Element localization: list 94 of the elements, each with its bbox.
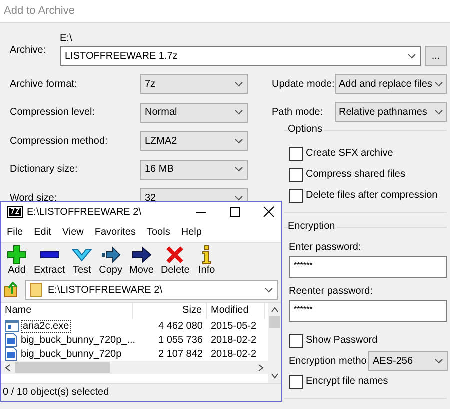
window-title: E:\LISTOFFREEWARE 2\ bbox=[27, 206, 142, 218]
field-label: Encryption metho bbox=[289, 356, 367, 366]
field-label: Archive format: bbox=[10, 78, 78, 90]
menu-item[interactable]: Favorites bbox=[94, 226, 136, 238]
field-label: Enter password: bbox=[289, 242, 362, 253]
chevron-down-icon bbox=[235, 82, 243, 86]
checkbox[interactable] bbox=[289, 374, 303, 388]
dropdown[interactable]: AES-256 bbox=[368, 351, 448, 371]
column-header[interactable]: Modified bbox=[207, 303, 265, 319]
archive-path-field[interactable]: LISTOFFREEWARE 1.7z bbox=[60, 46, 421, 66]
address-bar[interactable]: E:\LISTOFFREEWARE 2\ bbox=[25, 280, 278, 300]
menu-item[interactable]: View bbox=[62, 226, 84, 238]
x-icon bbox=[165, 245, 186, 265]
folder-up-icon[interactable] bbox=[4, 282, 20, 298]
field-label: Update mode: bbox=[272, 78, 335, 90]
field-label: Archive: bbox=[10, 44, 48, 58]
chevron-down-icon bbox=[435, 110, 443, 114]
field-label: Compression level: bbox=[10, 107, 96, 118]
table-cell-text: 2018-02-2 bbox=[210, 348, 258, 360]
file-name[interactable]: big_buck_bunny_720p bbox=[19, 348, 124, 360]
chevron-down-icon bbox=[235, 196, 243, 200]
column-header[interactable]: Size bbox=[133, 303, 207, 319]
table-cell-text: 2 107 842 bbox=[158, 348, 204, 360]
chevron-down-icon bbox=[235, 138, 243, 144]
checkbox[interactable] bbox=[289, 188, 303, 202]
checkbox-label: Delete files after compression bbox=[306, 190, 438, 201]
field-label: Reenter password: bbox=[289, 286, 374, 297]
table-cell-text: 2015-05-2 bbox=[210, 320, 258, 332]
file-name[interactable]: big_buck_bunny_720p_... bbox=[19, 334, 138, 346]
folder-icon bbox=[30, 283, 42, 297]
group-title: Options bbox=[288, 124, 324, 135]
dropdown[interactable]: Add and replace files bbox=[335, 74, 447, 94]
dropdown[interactable]: Normal bbox=[140, 102, 248, 122]
field-label: Dictionary size: bbox=[10, 164, 79, 175]
scroll-thumb[interactable] bbox=[269, 316, 280, 328]
menu-item[interactable]: Help bbox=[181, 226, 202, 238]
vertical-scrollbar[interactable] bbox=[268, 303, 281, 383]
toolbar-button[interactable]: Add bbox=[4, 245, 30, 276]
checkbox-label: Encrypt file names bbox=[306, 376, 388, 387]
file-name[interactable]: aria2c.exe bbox=[21, 320, 72, 332]
chevron-down-icon bbox=[235, 110, 243, 115]
app-logo-icon bbox=[7, 206, 23, 218]
table-cell-text: 4 462 080 bbox=[158, 320, 204, 332]
checkbox[interactable] bbox=[289, 168, 303, 182]
checkbox[interactable] bbox=[289, 334, 303, 348]
toolbar-button[interactable]: Test bbox=[69, 245, 96, 276]
menu-item[interactable]: Edit bbox=[34, 226, 52, 238]
chevron-left-icon[interactable] bbox=[4, 364, 12, 372]
field-label: Word size: bbox=[10, 192, 58, 204]
program-icon bbox=[5, 320, 19, 332]
dropdown[interactable]: Relative pathnames bbox=[335, 102, 447, 122]
window-title: Add to Archive bbox=[0, 0, 450, 23]
password-field[interactable]: ****** bbox=[289, 300, 447, 322]
toolbar-button[interactable]: Move bbox=[126, 245, 157, 276]
toolbar-button[interactable]: Info bbox=[194, 245, 220, 276]
dropdown[interactable]: 16 MB bbox=[140, 160, 248, 180]
arrow-right-icon bbox=[132, 245, 152, 265]
column-header[interactable]: Name bbox=[1, 303, 133, 319]
checkbox-label: Show Password bbox=[306, 335, 378, 346]
chevron-down-icon bbox=[235, 167, 243, 172]
chevron-down-icon bbox=[435, 358, 443, 364]
dropdown[interactable]: 7z bbox=[140, 74, 248, 94]
table-cell-text: 1 055 736 bbox=[158, 334, 204, 346]
toolbar-button[interactable]: Delete bbox=[158, 245, 193, 276]
field-label: Path mode: bbox=[272, 106, 324, 118]
status-text: 0 / 10 object(s) selected bbox=[3, 387, 110, 398]
chevron-down-icon bbox=[408, 54, 416, 58]
file-icon bbox=[5, 347, 17, 361]
table-cell-text: 2018-02-2 bbox=[210, 334, 258, 346]
checkbox-label: Compress shared files bbox=[306, 169, 406, 180]
maximize-icon[interactable] bbox=[229, 206, 241, 218]
checkbox-label: Create SFX archive bbox=[306, 148, 394, 159]
group-title: Encryption bbox=[288, 221, 338, 232]
dropdown[interactable]: LZMA2 bbox=[140, 131, 248, 151]
close-icon[interactable] bbox=[263, 206, 275, 218]
field-label: Compression method: bbox=[10, 136, 109, 146]
toolbar-button[interactable]: Extract bbox=[31, 245, 68, 276]
scroll-thumb[interactable] bbox=[15, 362, 110, 373]
horizontal-scrollbar[interactable] bbox=[1, 361, 268, 374]
checkbox[interactable] bbox=[289, 146, 303, 160]
password-field[interactable]: ****** bbox=[289, 256, 447, 278]
chevron-down-icon[interactable] bbox=[270, 372, 278, 380]
plus-icon bbox=[7, 245, 27, 265]
chevron-down-icon bbox=[265, 288, 273, 292]
toolbar-button[interactable]: Copy bbox=[96, 245, 126, 276]
browse-button[interactable]: ... bbox=[425, 46, 447, 66]
menu-item[interactable]: Tools bbox=[146, 226, 170, 238]
arrow-right-icon bbox=[100, 245, 121, 265]
menu-item[interactable]: File bbox=[7, 226, 24, 238]
chevron-up-icon[interactable] bbox=[270, 306, 278, 314]
chevron-right-icon[interactable] bbox=[257, 364, 265, 372]
chevron-down-icon bbox=[435, 82, 443, 86]
file-icon bbox=[5, 333, 17, 347]
folder-path: E:\ bbox=[60, 33, 74, 45]
